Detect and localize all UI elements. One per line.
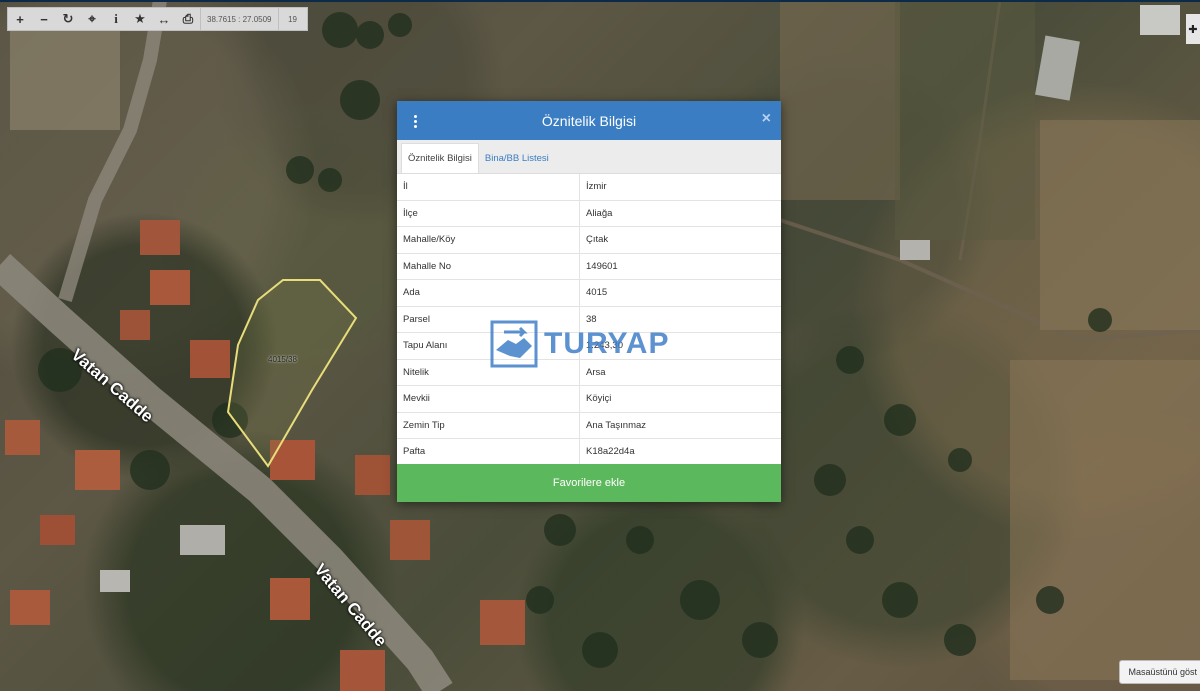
attribute-key: Tapu Alanı <box>397 332 580 360</box>
table-row: Nitelik Arsa <box>397 359 781 386</box>
top-border <box>0 0 1200 2</box>
attribute-key: İlçe <box>397 200 580 227</box>
table-row: İl İzmir <box>397 174 781 201</box>
attribute-table: İl İzmir İlçe Aliağa Mahalle/Köy Çıtak Maha… <box>397 174 781 466</box>
menu-icon[interactable] <box>409 111 421 131</box>
table-row: Tapu Alanı 1.243,30 <box>397 332 781 360</box>
add-favorite-button[interactable]: Favorilere ekle <box>397 464 781 502</box>
zoom-out-icon[interactable]: − <box>32 8 56 30</box>
attribute-value: Ana Taşınmaz <box>579 412 781 439</box>
attribute-modal: Öznitelik Bilgisi × Öznitelik Bilgisi Bi… <box>397 101 781 502</box>
attribute-value: Köyiçi <box>579 385 781 413</box>
tab-attributes[interactable]: Öznitelik Bilgisi <box>401 143 479 173</box>
table-row: Mevkii Köyiçi <box>397 385 781 413</box>
table-row: Mahalle No 149601 <box>397 253 781 280</box>
attribute-value: Arsa <box>579 359 781 386</box>
table-row: Parsel 38 <box>397 306 781 333</box>
attribute-value: İzmir <box>579 174 781 201</box>
attribute-value: 1.243,30 <box>579 332 781 360</box>
modal-tabs: Öznitelik Bilgisi Bina/BB Listesi <box>397 140 781 174</box>
attribute-value: K18a22d4a <box>579 438 781 466</box>
attribute-key: Mevkii <box>397 385 580 413</box>
attribute-key: Nitelik <box>397 359 580 386</box>
attribute-key: Ada <box>397 279 580 307</box>
attribute-key: Mahalle/Köy <box>397 226 580 254</box>
measure-icon[interactable]: ↔ <box>152 8 176 30</box>
attribute-key: İl <box>397 174 580 201</box>
print-icon[interactable]: ⎙ <box>176 8 200 30</box>
attribute-value: 149601 <box>579 253 781 280</box>
refresh-icon[interactable]: ↻ <box>56 8 80 30</box>
attribute-key: Zemin Tip <box>397 412 580 439</box>
settings-icon[interactable]: ✚ <box>1186 14 1200 44</box>
table-row: Ada 4015 <box>397 279 781 307</box>
modal-title: Öznitelik Bilgisi <box>541 112 637 129</box>
coordinate-readout: 38.7615 : 27.0509 <box>200 8 278 30</box>
table-row: İlçe Aliağa <box>397 200 781 227</box>
table-row: Mahalle/Köy Çıtak <box>397 226 781 254</box>
parcel-outline <box>226 279 358 468</box>
attribute-key: Parsel <box>397 306 580 333</box>
tab-building-list[interactable]: Bina/BB Listesi <box>479 144 555 173</box>
attribute-key: Mahalle No <box>397 253 580 280</box>
modal-header: Öznitelik Bilgisi × <box>397 101 781 140</box>
attribute-value: Çıtak <box>579 226 781 254</box>
info-icon[interactable]: i <box>104 8 128 30</box>
star-icon[interactable]: ★ <box>128 8 152 30</box>
zoom-in-icon[interactable]: + <box>8 8 32 30</box>
attribute-value: 4015 <box>579 279 781 307</box>
table-row: Zemin Tip Ana Taşınmaz <box>397 412 781 439</box>
attribute-value: Aliağa <box>579 200 781 227</box>
locate-icon[interactable]: ⌖ <box>80 8 104 30</box>
zoom-level: 19 <box>277 8 307 30</box>
attribute-value: 38 <box>579 306 781 333</box>
map-toolbar: + − ↻ ⌖ i ★ ↔ ⎙ 38.7615 : 27.0509 19 <box>7 7 308 31</box>
table-row: Pafta K18a22d4a <box>397 438 781 466</box>
close-icon[interactable]: × <box>762 110 771 128</box>
desktop-badge[interactable]: Masaüstünü göst <box>1119 660 1200 684</box>
attribute-key: Pafta <box>397 438 580 466</box>
parcel-label: 4015/38 <box>268 355 297 364</box>
